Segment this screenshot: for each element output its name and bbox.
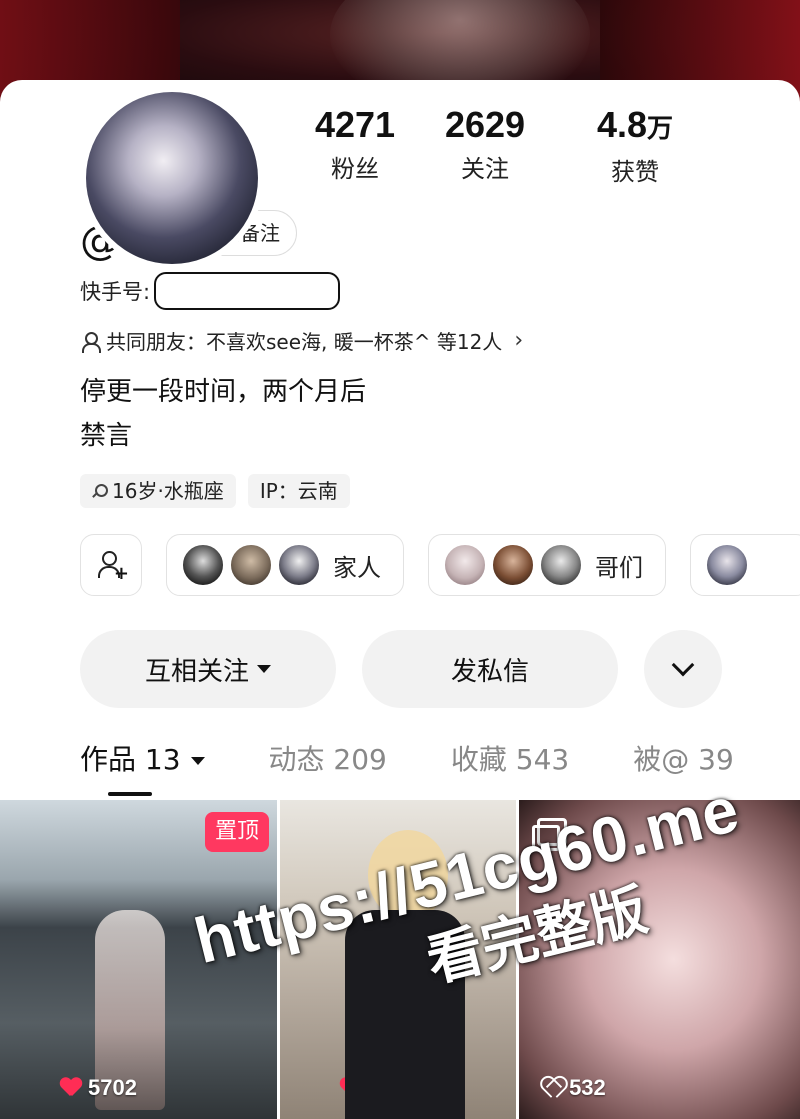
tab-works[interactable]: 作品 13 <box>80 740 205 796</box>
stat-followers-label: 粉丝 <box>331 155 379 183</box>
avatar[interactable] <box>80 86 264 270</box>
send-message-button[interactable]: 发私信 <box>362 630 618 708</box>
mutual-friends-text: 共同朋友：不喜欢see海, 暖一杯茶^ 等12人 <box>106 330 503 354</box>
avatar <box>181 543 225 587</box>
avatar <box>229 543 273 587</box>
post-thumbnail[interactable]: 753 <box>279 800 517 1119</box>
post-thumbnail[interactable]: 置顶 5702 <box>0 800 277 1119</box>
avatar-image <box>86 92 258 264</box>
profile-bio: 停更一段时间，两个月后 禁言 <box>80 370 366 458</box>
heart-outline-icon <box>541 1078 563 1098</box>
stat-followers-value: 4271 <box>314 104 396 145</box>
mutual-follow-button[interactable]: 互相关注 <box>80 630 336 708</box>
stat-likes-value: 4.8 <box>596 104 648 145</box>
tab-active-indicator <box>108 792 152 796</box>
chevron-down-icon <box>671 653 695 677</box>
chevron-right-icon: › <box>514 328 524 353</box>
gender-icon <box>92 484 108 498</box>
avatar <box>443 543 487 587</box>
send-message-label: 发私信 <box>450 656 529 687</box>
tab-moments[interactable]: 动态 209 <box>269 740 387 780</box>
kuaishou-id-label: 快手号: <box>80 280 151 304</box>
post-likes-count: 5702 <box>88 1075 137 1100</box>
stat-likes-label: 获赞 <box>611 158 659 186</box>
friend-groups: + 家人 哥们 <box>80 534 800 596</box>
stat-following[interactable]: 2629 关注 <box>410 105 560 187</box>
profile-stats: 4271 粉丝 2629 关注 4.8万 获赞 <box>300 105 720 187</box>
profile-sheet: 4271 粉丝 2629 关注 4.8万 获赞 @春 设置备注 快手号: 共同朋… <box>0 80 800 1119</box>
group-more[interactable] <box>690 534 800 596</box>
kuaishou-id: 快手号: <box>80 272 341 310</box>
plus-icon: + <box>113 563 129 584</box>
bio-line: 停更一段时间，两个月后 <box>80 377 367 407</box>
avatar <box>491 543 535 587</box>
post-likes: 753 <box>340 1075 405 1101</box>
post-likes: 5702 <box>60 1075 137 1101</box>
stat-following-label: 关注 <box>461 155 509 183</box>
profile-actions: 互相关注 发私信 <box>80 630 722 708</box>
caret-down-icon <box>257 665 271 673</box>
avatar <box>705 543 749 587</box>
person-icon <box>80 331 101 353</box>
stat-likes-unit: 万 <box>647 113 674 143</box>
tab-favorites[interactable]: 收藏 543 <box>451 740 569 780</box>
group-bros[interactable]: 哥们 <box>428 534 666 596</box>
gallery-icon <box>532 818 568 851</box>
avatar <box>277 543 321 587</box>
heart-icon <box>60 1078 82 1098</box>
heart-icon <box>340 1078 362 1098</box>
caret-down-icon <box>190 757 205 765</box>
tag-age-zodiac: 16岁·水瓶座 <box>80 474 236 508</box>
tab-mentions[interactable]: 被@ 39 <box>633 740 734 780</box>
mutual-friends[interactable]: 共同朋友：不喜欢see海, 暖一杯茶^ 等12人 › <box>80 326 523 355</box>
group-bros-label: 哥们 <box>595 553 643 582</box>
profile-tags: 16岁·水瓶座 IP：云南 <box>80 474 350 508</box>
tab-works-label: 作品 13 <box>80 743 181 776</box>
pinned-badge: 置顶 <box>205 812 270 852</box>
avatar <box>539 543 583 587</box>
post-likes-count: 753 <box>367 1075 405 1100</box>
tag-ip: IP：云南 <box>247 474 350 508</box>
stat-followers[interactable]: 4271 粉丝 <box>300 105 410 187</box>
add-friend-button[interactable]: + <box>80 534 142 596</box>
tag-ip-text: IP：云南 <box>259 479 338 503</box>
group-family[interactable]: 家人 <box>166 534 404 596</box>
bio-line: 禁言 <box>80 421 133 451</box>
tag-age-zodiac-text: 16岁·水瓶座 <box>112 479 224 503</box>
post-thumbnail[interactable]: 532 <box>519 800 800 1119</box>
posts-grid: 置顶 5702 753 532 <box>0 800 800 1119</box>
post-likes-count: 532 <box>569 1075 606 1100</box>
stat-following-value: 2629 <box>444 104 526 145</box>
group-family-label: 家人 <box>333 553 381 582</box>
mutual-follow-label: 互相关注 <box>144 656 249 687</box>
post-likes: 532 <box>541 1075 606 1101</box>
content-tabs: 作品 13 动态 209 收藏 543 被@ 39 <box>80 740 798 796</box>
more-options-button[interactable] <box>644 630 722 708</box>
kuaishou-id-redacted <box>154 272 341 310</box>
stat-likes[interactable]: 4.8万 获赞 <box>560 105 710 187</box>
